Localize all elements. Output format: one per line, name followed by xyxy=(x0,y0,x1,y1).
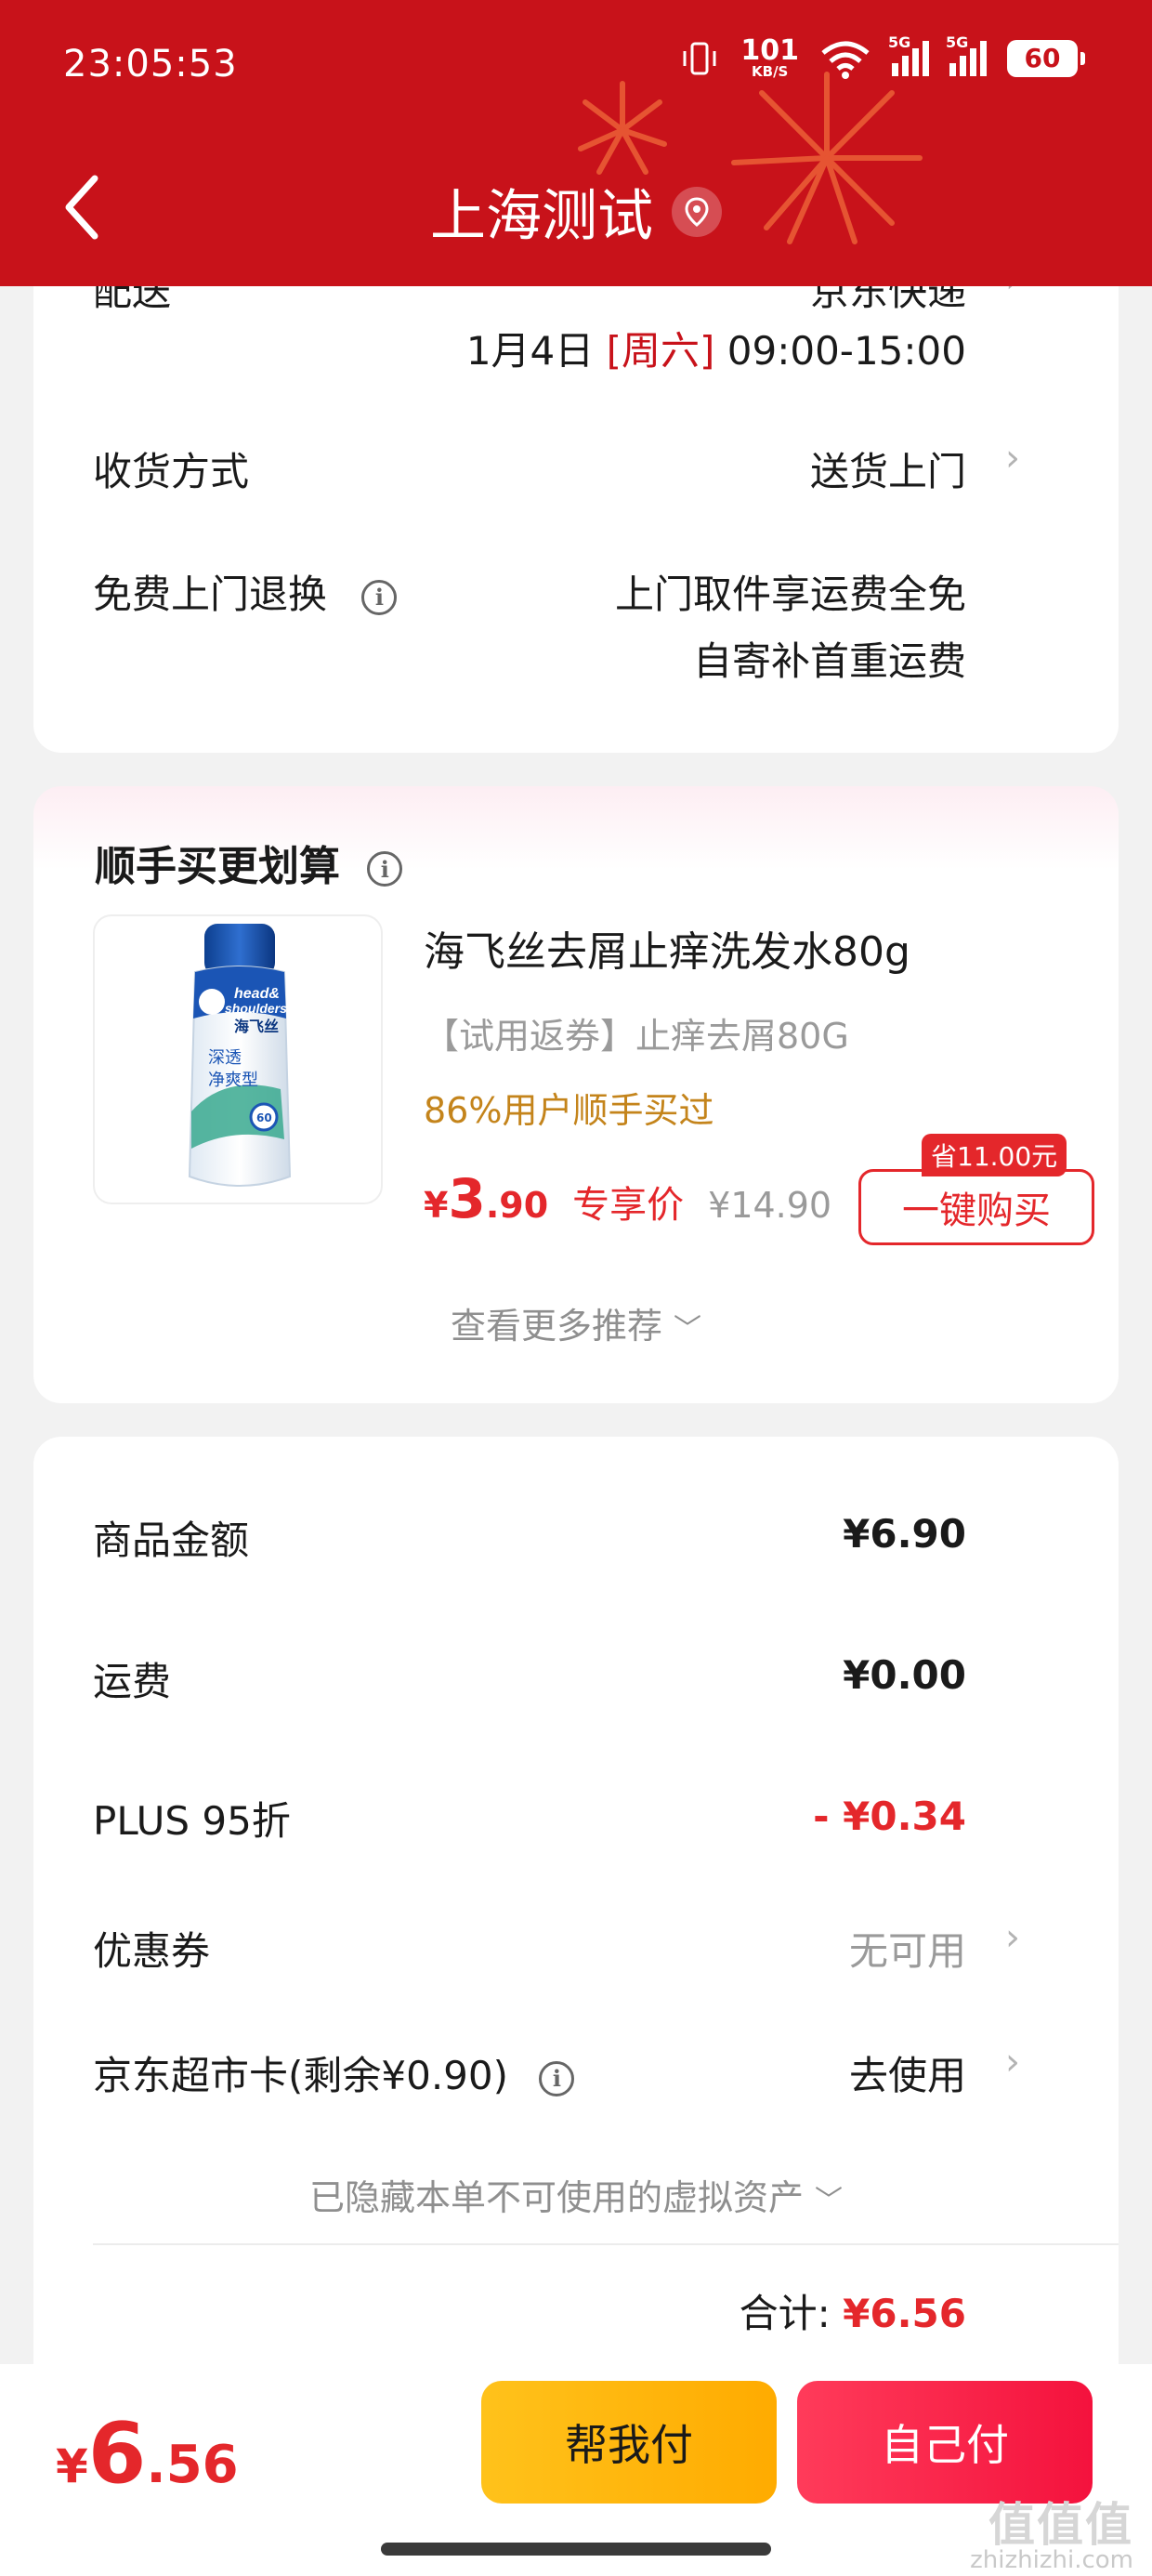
watermark-url: zhizhizhi.com xyxy=(970,2546,1133,2574)
info-icon[interactable]: i xyxy=(361,579,398,615)
chevron-down-icon: ﹀ xyxy=(815,2185,844,2217)
status-time: 23:05:53 xyxy=(63,43,238,85)
chevron-right-icon: › xyxy=(1005,1916,1020,1959)
network-speed-unit: KB/S xyxy=(752,63,789,80)
page-title-wrap: 上海测试 xyxy=(0,171,1152,252)
shipping-value: ¥0.00 xyxy=(843,1652,966,1698)
recommend-title-wrap: 顺手买更划算 i xyxy=(95,833,403,892)
price-currency: ¥ xyxy=(424,1185,449,1226)
bottle-logo-text-2: shoulders xyxy=(225,1001,287,1016)
free-return-label-wrap: 免费上门退换 i xyxy=(93,563,398,620)
more-recommendations-label: 查看更多推荐 xyxy=(450,1306,662,1347)
checkout-bar: ¥ 6 .56 帮我付 自己付 值值值 zhizhizhi.com xyxy=(0,2364,1152,2576)
chevron-right-icon: › xyxy=(1005,2041,1020,2083)
page-title: 上海测试 xyxy=(430,184,653,249)
recommend-title: 顺手买更划算 xyxy=(95,843,340,890)
goods-amount-label: 商品金额 xyxy=(93,1518,250,1563)
supermarket-card-label: 京东超市卡(剩余¥0.90) xyxy=(93,2053,509,2098)
bottle-type-text-1: 深透 xyxy=(208,1048,242,1068)
exclusive-price: ¥3.90 xyxy=(424,1167,548,1230)
price-line: ¥3.90 专享价 ¥14.90 xyxy=(424,1167,831,1230)
delivery-weekday: [周六] xyxy=(606,328,715,374)
goods-amount-value: ¥6.90 xyxy=(843,1511,966,1557)
save-badge: 省11.00元 xyxy=(922,1134,1067,1176)
location-pin-icon[interactable] xyxy=(672,186,722,237)
signal-1-label: 5G xyxy=(888,33,911,51)
hidden-assets-label: 已隐藏本单不可使用的虚拟资产 xyxy=(308,2177,804,2218)
help-pay-button[interactable]: 帮我付 xyxy=(481,2381,777,2504)
price-integer: 3 xyxy=(448,1167,486,1230)
product-subtitle: 【试用返券】止痒去屑80G xyxy=(424,1016,849,1057)
divider xyxy=(93,2243,1119,2245)
total-label: 合计: xyxy=(739,2291,831,2336)
home-indicator[interactable] xyxy=(381,2543,771,2556)
bottle-brand-text: 海飞丝 xyxy=(234,1018,279,1035)
chevron-down-icon: ﹀ xyxy=(674,1313,702,1346)
checkout-total-integer: 6 xyxy=(87,2405,147,2503)
delivery-time-range: 09:00-15:00 xyxy=(727,328,966,374)
supermarket-card-value[interactable]: 去使用 xyxy=(849,2044,966,2101)
product-buy-rate: 86%用户顺手买过 xyxy=(424,1090,714,1131)
coupon-label: 优惠券 xyxy=(93,1928,211,1974)
original-price: ¥14.90 xyxy=(708,1185,832,1226)
one-click-buy-button[interactable]: 一键购买 xyxy=(858,1169,1094,1245)
checkout-total-decimal: .56 xyxy=(146,2435,239,2495)
bottle-type-text-2: 净爽型 xyxy=(208,1071,258,1090)
product-name[interactable]: 海飞丝去屑止痒洗发水80g xyxy=(424,918,910,978)
coupon-value[interactable]: 无可用 xyxy=(849,1920,966,1977)
checkout-total: ¥ 6 .56 xyxy=(56,2405,239,2503)
delivery-time[interactable]: 1月4日 [周六] 09:00-15:00 xyxy=(466,320,966,376)
watermark-logo: 值值值 xyxy=(988,2498,1133,2552)
status-icons: 101 KB/S 5G 5G 60 xyxy=(679,33,1085,79)
self-pay-button[interactable]: 自己付 xyxy=(797,2381,1093,2504)
signal-2-label: 5G xyxy=(946,33,969,51)
total-value: ¥6.56 xyxy=(843,2291,966,2336)
plus-discount-value: - ¥0.34 xyxy=(813,1794,966,1839)
vibrate-icon xyxy=(683,42,716,74)
recommend-card: 顺手买更划算 i head& shoulders 海飞丝 深透 净爽型 60 海… xyxy=(33,786,1119,1403)
bottle-logo-text-1: head& xyxy=(234,986,280,1002)
network-speed-value: 101 xyxy=(740,34,799,67)
price-decimal: .90 xyxy=(485,1185,549,1226)
bottle-size-text: 60 xyxy=(256,1111,272,1124)
delivery-card: 配送 京东快递 › 1月4日 [周六] 09:00-15:00 收货方式 送货上… xyxy=(33,258,1119,753)
free-return-value-1: 上门取件享运费全免 xyxy=(614,572,966,617)
watermark: 值值值 zhizhizhi.com xyxy=(970,2502,1133,2572)
signal-icon-2: 5G xyxy=(946,33,987,76)
chevron-right-icon: › xyxy=(1005,437,1020,480)
more-recommendations-link[interactable]: 查看更多推荐 ﹀ xyxy=(33,1297,1119,1348)
supermarket-card-label-wrap: 京东超市卡(剩余¥0.90) i xyxy=(93,2044,575,2101)
receive-method-value[interactable]: 送货上门 xyxy=(810,440,966,497)
checkout-currency: ¥ xyxy=(56,2439,88,2493)
shampoo-bottle-illustration: head& shoulders 海飞丝 深透 净爽型 60 xyxy=(188,924,292,1187)
delivery-date: 1月4日 xyxy=(465,328,595,374)
receive-method-label: 收货方式 xyxy=(93,449,250,494)
battery-icon: 60 xyxy=(1007,39,1085,77)
info-icon[interactable]: i xyxy=(539,2060,575,2096)
exclusive-label: 专享价 xyxy=(572,1184,685,1227)
shipping-label: 运费 xyxy=(93,1659,172,1704)
info-icon[interactable]: i xyxy=(367,851,403,887)
app-header: 23:05:53 101 KB/S 5G 5G 60 上海测试 xyxy=(0,0,1152,286)
wifi-icon xyxy=(821,41,870,79)
plus-discount-label: PLUS 95折 xyxy=(93,1798,291,1844)
network-speed: 101 KB/S xyxy=(740,37,799,79)
signal-icon-1: 5G xyxy=(888,33,929,76)
free-return-value-2: 自寄补首重运费 xyxy=(692,638,966,684)
free-return-label: 免费上门退换 xyxy=(93,572,328,617)
order-total: 合计: ¥6.56 xyxy=(740,2282,966,2339)
hidden-assets-toggle[interactable]: 已隐藏本单不可使用的虚拟资产 ﹀ xyxy=(33,2169,1119,2220)
product-image[interactable]: head& shoulders 海飞丝 深透 净爽型 60 xyxy=(93,914,383,1204)
